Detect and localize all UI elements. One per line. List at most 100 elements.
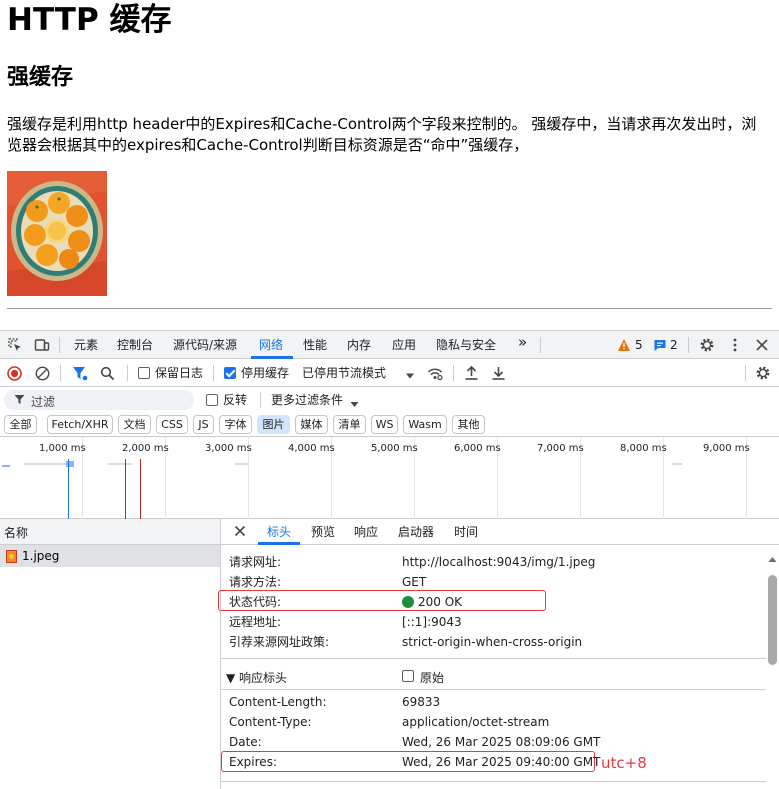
- general-key: 远程地址:: [229, 615, 282, 629]
- toolbar-divider: [127, 365, 128, 381]
- type-filter-all[interactable]: 全部: [4, 415, 37, 434]
- type-filter-other[interactable]: 其他: [452, 415, 485, 434]
- name-column-header[interactable]: 名称: [0, 519, 220, 545]
- device-toolbar-icon[interactable]: [34, 337, 50, 353]
- settings-gear-icon[interactable]: [699, 337, 715, 353]
- details-tabbar: 标头 预览 响应 启动器 时间: [221, 519, 779, 545]
- disable-cache-checkbox[interactable]: [224, 367, 236, 379]
- filter-funnel-icon: [14, 394, 25, 408]
- details-scrollbar[interactable]: [768, 575, 777, 665]
- tab-preview[interactable]: 预览: [311, 525, 335, 539]
- type-filter-media[interactable]: 媒体: [295, 415, 328, 434]
- tab-sources[interactable]: 源代码/来源: [173, 338, 237, 352]
- import-har-icon[interactable]: [464, 365, 479, 384]
- chevron-down-icon[interactable]: [350, 397, 359, 411]
- scroll-up-arrow-icon[interactable]: [768, 552, 777, 566]
- network-conditions-icon[interactable]: [427, 366, 443, 384]
- request-list: 名称 1.jpeg: [0, 519, 221, 789]
- filter-input[interactable]: 过滤: [4, 390, 194, 410]
- filter-row: 过滤 反转 更多过滤条件: [0, 387, 779, 413]
- tab-elements[interactable]: 元素: [74, 338, 98, 352]
- more-tabs-chevron-icon[interactable]: »: [518, 335, 527, 350]
- status-green-dot-icon: [402, 596, 414, 608]
- message-icon[interactable]: [653, 338, 667, 352]
- more-options-icon[interactable]: [727, 337, 743, 353]
- chevron-down-icon[interactable]: [405, 369, 415, 379]
- close-details-icon[interactable]: [234, 525, 246, 540]
- timeline-tick-label: 2,000 ms: [122, 443, 169, 454]
- response-header-key: Date:: [229, 735, 262, 749]
- more-filters-dropdown[interactable]: 更多过滤条件: [271, 393, 343, 407]
- section-divider: [221, 781, 766, 782]
- type-filter-ws[interactable]: WS: [371, 415, 398, 434]
- tab-headers[interactable]: 标头: [267, 525, 291, 539]
- response-headers-toggle[interactable]: ▼ 响应标头: [226, 669, 287, 686]
- request-name: 1.jpeg: [22, 549, 60, 563]
- tab-initiator[interactable]: 启动器: [398, 525, 434, 539]
- timeline-tick-label: 5,000 ms: [371, 443, 418, 454]
- messages-count[interactable]: 2: [670, 338, 678, 352]
- inspect-element-icon[interactable]: [7, 337, 23, 353]
- type-filter-img[interactable]: 图片: [257, 415, 290, 434]
- timeline-tick-label: 9,000 ms: [703, 443, 750, 454]
- filter-placeholder: 过滤: [31, 395, 56, 409]
- record-stop-icon[interactable]: [7, 366, 22, 384]
- oranges-image: [7, 171, 107, 296]
- tab-network[interactable]: 网络: [259, 338, 283, 352]
- network-toolbar: 保留日志 停用缓存 已停用节流模式: [0, 359, 779, 387]
- tab-performance[interactable]: 性能: [303, 338, 327, 352]
- type-filter-wasm[interactable]: Wasm: [403, 415, 447, 434]
- disable-cache-label[interactable]: 停用缓存: [241, 366, 289, 380]
- response-header-key: Expires:: [229, 755, 277, 769]
- request-method-value: GET: [402, 575, 427, 589]
- preserve-log-checkbox[interactable]: [138, 367, 150, 379]
- export-har-icon[interactable]: [491, 365, 506, 384]
- invert-checkbox[interactable]: [206, 394, 218, 406]
- warnings-count[interactable]: 5: [635, 338, 643, 352]
- tab-timing[interactable]: 时间: [454, 525, 478, 539]
- timezone-annotation: utc+8: [601, 754, 647, 772]
- network-timeline-overview[interactable]: 1,000 ms 2,000 ms 3,000 ms 4,000 ms 5,00…: [0, 437, 779, 519]
- raw-headers-checkbox[interactable]: [402, 670, 414, 682]
- section-heading: 强缓存: [7, 65, 74, 90]
- clear-icon[interactable]: [35, 366, 50, 384]
- invert-label[interactable]: 反转: [223, 393, 247, 407]
- tab-application[interactable]: 应用: [392, 338, 416, 352]
- search-icon[interactable]: [100, 366, 115, 384]
- request-row[interactable]: 1.jpeg: [0, 545, 220, 567]
- type-filter-css[interactable]: CSS: [156, 415, 188, 434]
- request-details: 标头 预览 响应 启动器 时间 请求网址: http://localhost:9…: [218, 519, 779, 789]
- type-filter-js[interactable]: JS: [193, 415, 214, 434]
- toolbar-divider: [60, 365, 61, 381]
- tab-response[interactable]: 响应: [354, 525, 378, 539]
- horizontal-rule: [7, 308, 772, 309]
- network-settings-gear-icon[interactable]: [755, 365, 771, 384]
- type-filter-fetch-xhr[interactable]: Fetch/XHR: [47, 415, 113, 434]
- type-filter-doc[interactable]: 文档: [118, 415, 151, 434]
- tabbar-divider: [688, 337, 689, 353]
- general-key: 请求方法:: [229, 575, 282, 589]
- filter-funnel-icon[interactable]: [72, 366, 88, 384]
- tab-memory[interactable]: 内存: [347, 338, 371, 352]
- raw-headers-label[interactable]: 原始: [420, 669, 444, 686]
- timeline-request-bar: [235, 463, 249, 465]
- response-header-key: Content-Type:: [229, 715, 312, 729]
- toolbar-divider: [213, 365, 214, 381]
- type-filter-manifest[interactable]: 清单: [333, 415, 366, 434]
- general-key: 引荐来源网址政策:: [229, 635, 330, 649]
- close-devtools-icon[interactable]: [754, 337, 770, 353]
- tab-console[interactable]: 控制台: [117, 338, 153, 352]
- tab-privacy-security[interactable]: 隐私与安全: [436, 338, 496, 352]
- toolbar-divider: [453, 365, 454, 381]
- preserve-log-label[interactable]: 保留日志: [155, 366, 203, 380]
- warning-icon[interactable]: [617, 338, 631, 352]
- content-length-value: 69833: [402, 695, 441, 709]
- dom-content-loaded-marker: [68, 459, 69, 519]
- timeline-tick-label: 3,000 ms: [205, 443, 252, 454]
- type-filter-font[interactable]: 字体: [219, 415, 252, 434]
- devtools-tabbar: 元素 控制台 源代码/来源 网络 性能 内存 应用 隐私与安全 » 5 2: [0, 331, 779, 359]
- throttling-select[interactable]: 已停用节流模式: [302, 366, 386, 380]
- status-code-value: 200 OK: [418, 595, 463, 609]
- date-value: Wed, 26 Mar 2025 08:09:06 GMT: [402, 735, 601, 749]
- content-type-value: application/octet-stream: [402, 715, 550, 729]
